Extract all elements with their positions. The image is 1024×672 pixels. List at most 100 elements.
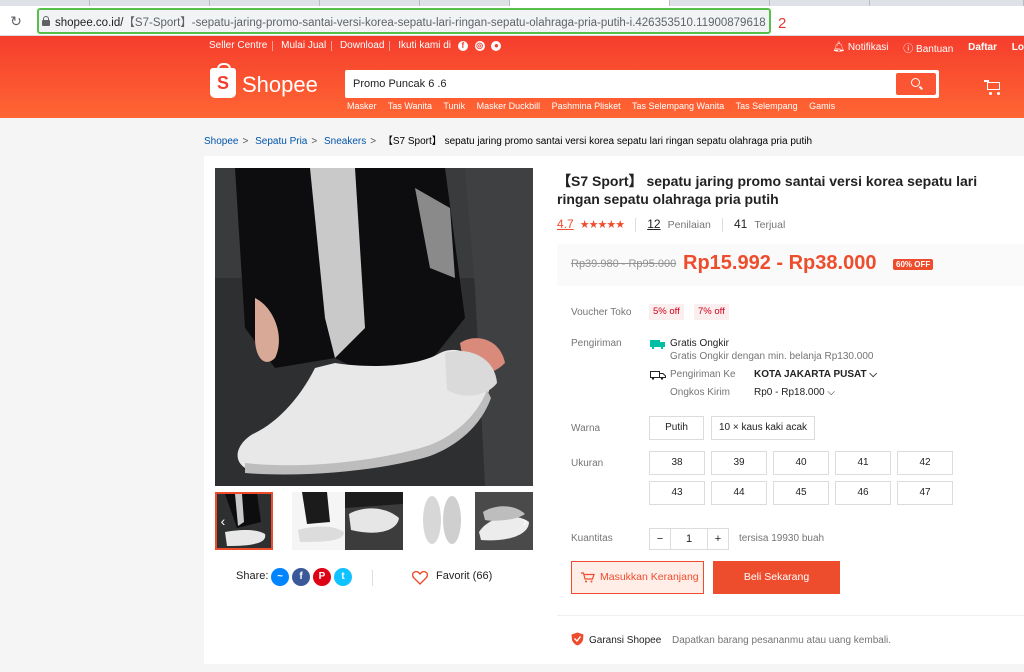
thumbnail-image[interactable] [292,492,350,550]
search-button[interactable] [896,73,936,95]
url-text[interactable]: shopee.co.id/【S7-Sport】-sepatu-jaring-pr… [55,14,766,30]
cart-icon[interactable] [984,79,1002,95]
free-shipping-title: Gratis Ongkir [670,338,729,349]
thumbnail-next-icon[interactable]: › [519,513,531,529]
shopee-bag-icon: S [210,63,236,98]
divider [372,570,373,586]
breadcrumb-link[interactable]: Sepatu Pria [255,136,307,147]
annotation-number: 2 [778,15,787,32]
star-rating-icon: ★★★★★ [579,219,625,231]
free-shipping-subtitle: Gratis Ongkir dengan min. belanja Rp130.… [670,351,874,362]
color-option[interactable]: Putih [649,416,704,440]
heart-icon[interactable] [412,570,428,586]
shipping-cost-dropdown[interactable]: Rp0 - Rp18.000 ⌵ [754,387,835,398]
sold-label: Terjual [754,219,786,231]
search-suggestions: Masker Tas Wanita Tunik Masker Duckbill … [347,101,844,111]
download-link[interactable]: Download [340,40,384,51]
current-price: Rp15.992 - Rp38.000 [683,252,877,274]
guarantee-description: Dapatkan barang pesananmu atau uang kemb… [672,635,892,646]
top-nav-left: Seller Centre Mulai Jual Download Ikuti … [209,40,502,51]
suggestion-link[interactable]: Masker Duckbill [477,101,541,111]
quantity-label: Kuantitas [571,533,613,544]
size-option[interactable]: 47 [897,481,953,505]
rating-row: 4.7 ★★★★★ 12 Penilaian 41 Terjual [557,217,786,233]
suggestion-link[interactable]: Gamis [809,101,835,111]
suggestion-link[interactable]: Tunik [443,101,465,111]
cart-add-icon [581,572,595,583]
breadcrumb-link[interactable]: Sneakers [324,136,366,147]
search-bar [345,70,939,98]
size-option[interactable]: 46 [835,481,891,505]
top-nav-right: 🔔︎ Notifikasi ⓘ Bantuan Daftar Lo [832,40,1024,55]
line-icon[interactable]: ● [491,40,502,51]
color-option[interactable]: 10 × kaus kaki acak [711,416,815,440]
suggestion-link[interactable]: Tas Selempang [736,101,798,111]
size-option[interactable]: 43 [649,481,705,505]
quantity-increase-button[interactable]: + [707,528,729,550]
register-link[interactable]: Daftar [968,42,997,53]
login-link[interactable]: Lo [1012,42,1024,53]
product-main-image[interactable] [215,168,533,486]
suggestion-link[interactable]: Tas Selempang Wanita [632,101,724,111]
search-icon [911,78,920,87]
follow-us-label: Ikuti kami di [398,40,452,51]
chevron-down-icon: ⌵ [866,369,877,380]
reload-icon[interactable]: ↻ [8,13,24,29]
voucher-tag[interactable]: 7% off [694,304,729,320]
size-option[interactable]: 41 [835,451,891,475]
size-option[interactable]: 39 [711,451,767,475]
thumbnail-image[interactable] [345,492,403,550]
shipping-cost-label: Ongkos Kirim [670,387,731,398]
price-box: Rp39.980 - Rp95.000 Rp15.992 - Rp38.000 … [557,244,1024,286]
site-header: Seller Centre Mulai Jual Download Ikuti … [0,36,1024,118]
breadcrumb-link[interactable]: Shopee [204,136,238,147]
breadcrumb-current: 【S7 Sport】 sepatu jaring promo santai ve… [382,136,813,147]
seller-centre-link[interactable]: Seller Centre [209,40,267,51]
chevron-down-icon: ⌵ [824,387,835,398]
lock-icon[interactable] [42,16,50,26]
shipping-label: Pengiriman [571,338,622,349]
product-title: 【S7 Sport】 sepatu jaring promo santai ve… [557,173,978,207]
suggestion-link[interactable]: Tas Wanita [388,101,432,111]
rating-count[interactable]: 12 [647,217,660,231]
instagram-icon[interactable]: ◎ [474,40,485,51]
original-price: Rp39.980 - Rp95.000 [571,258,677,270]
size-label: Ukuran [571,458,604,469]
voucher-tag[interactable]: 5% off [649,304,684,320]
mulai-jual-link[interactable]: Mulai Jual [281,40,326,51]
color-label: Warna [571,423,601,434]
quantity-decrease-button[interactable]: − [649,528,671,550]
twitter-icon[interactable]: t [334,568,352,586]
divider [557,615,1024,616]
search-input[interactable] [353,76,873,92]
free-shipping-icon [650,340,665,349]
buy-now-button[interactable]: Beli Sekarang [713,561,840,594]
voucher-label: Voucher Toko [571,307,632,318]
suggestion-link[interactable]: Masker [347,101,377,111]
breadcrumb: Shopee > Sepatu Pria > Sneakers > 【S7 Sport… [204,136,813,147]
bell-icon: 🔔︎ [832,42,848,53]
size-option[interactable]: 45 [773,481,829,505]
favorite-count[interactable]: Favorit (66) [436,570,492,582]
help-link[interactable]: ⓘ Bantuan [903,40,953,55]
size-option[interactable]: 40 [773,451,829,475]
facebook-icon[interactable]: f [457,40,468,51]
suggestion-link[interactable]: Pashmina Plisket [552,101,621,111]
ship-to-label: Pengiriman Ke [670,369,736,380]
rating-count-label: Penilaian [667,219,711,231]
rating-value[interactable]: 4.7 [557,217,574,231]
size-option[interactable]: 44 [711,481,767,505]
quantity-input[interactable]: 1 [670,528,708,550]
pinterest-icon[interactable]: P [313,568,331,586]
ship-to-dropdown[interactable]: KOTA JAKARTA PUSAT ⌵ [754,369,877,380]
notifications-link[interactable]: 🔔︎ Notifikasi [832,42,888,53]
thumbnail-image[interactable] [412,492,470,550]
shopee-logo[interactable]: S Shopee [210,63,320,102]
thumbnail-prev-icon[interactable]: ‹ [217,513,229,529]
size-option[interactable]: 42 [897,451,953,475]
size-option[interactable]: 38 [649,451,705,475]
facebook-icon[interactable]: f [292,568,310,586]
truck-icon [650,371,666,380]
sold-count: 41 [733,217,748,231]
messenger-icon[interactable]: ~ [271,568,289,586]
